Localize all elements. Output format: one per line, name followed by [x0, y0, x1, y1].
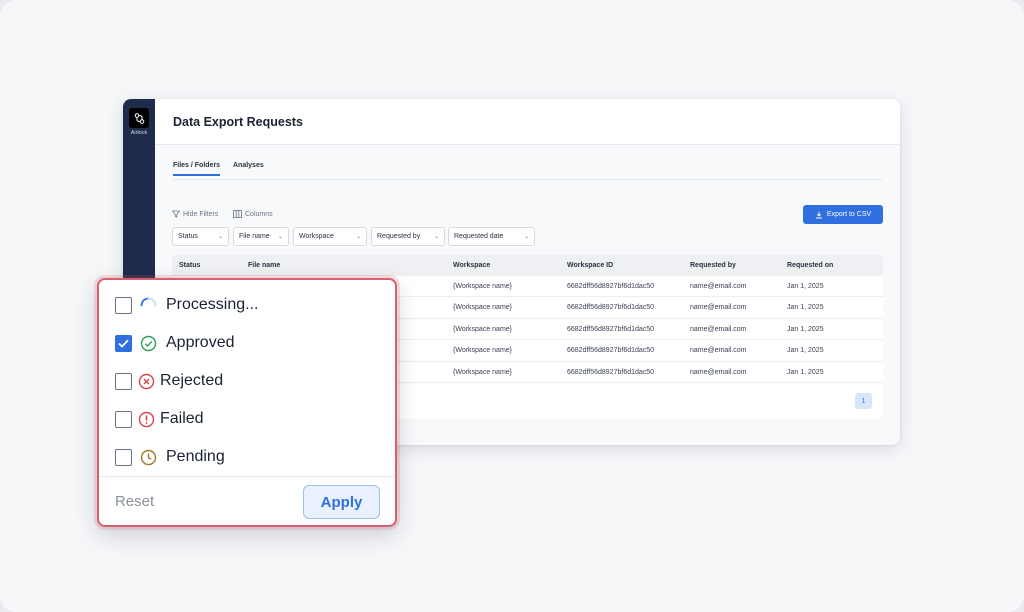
cell-workspace-id: 6682dff56d8927bf6d1dac50	[567, 325, 655, 333]
cell-workspace-id: 6682dff56d8927bf6d1dac50	[567, 283, 655, 290]
table-header: Status File name Workspace Workspace ID …	[172, 255, 883, 276]
column-header[interactable]: Requested on	[787, 262, 833, 269]
reset-button[interactable]: Reset	[115, 493, 154, 510]
page-title: Data Export Requests	[173, 115, 303, 129]
airlock-logo[interactable]	[129, 108, 149, 128]
cell-requested-on: Jan 1, 2025	[787, 368, 824, 376]
filter-label: File name	[239, 233, 270, 240]
filter-icon	[172, 210, 180, 218]
apply-button[interactable]: Apply	[303, 485, 380, 519]
cell-workspace: {Workspace name}	[453, 304, 513, 312]
cell-requested-by: name@email.com	[690, 347, 747, 355]
column-header[interactable]: File name	[248, 262, 280, 269]
filter-requested-date[interactable]: Requested date ⌄	[448, 227, 535, 246]
chevron-down-icon: ⌄	[523, 234, 529, 240]
filter-label: Status	[178, 233, 198, 240]
checkbox[interactable]	[115, 296, 132, 314]
check-circle-icon	[140, 335, 157, 352]
cell-requested-by: name@email.com	[690, 304, 747, 312]
column-header[interactable]: Workspace ID	[567, 262, 613, 269]
chevron-down-icon: ⌄	[217, 234, 223, 240]
clock-icon	[140, 449, 157, 466]
status-option-label: Approved	[166, 334, 235, 351]
columns-button[interactable]: Columns	[233, 210, 273, 218]
cell-workspace: {Workspace name}	[453, 347, 513, 355]
checkmark-icon	[118, 339, 129, 348]
export-csv-button[interactable]: Export to CSV	[803, 205, 883, 224]
export-csv-label: Export to CSV	[826, 211, 872, 218]
filter-label: Requested by	[377, 233, 421, 240]
brand-name: Airlock	[130, 130, 148, 136]
status-filter-popover: Processing... Approved Rejected Failed P…	[97, 278, 397, 527]
status-option-approved[interactable]: Approved	[115, 331, 235, 355]
status-option-pending[interactable]: Pending	[115, 445, 225, 469]
chevron-down-icon: ⌄	[433, 234, 439, 240]
status-option-label: Pending	[166, 448, 225, 465]
popover-footer: Reset Apply	[99, 476, 395, 527]
cell-workspace: {Workspace name}	[453, 325, 513, 333]
cell-requested-on: Jan 1, 2025	[787, 283, 824, 290]
download-icon	[815, 211, 822, 218]
status-option-rejected[interactable]: Rejected	[115, 369, 223, 393]
filter-status[interactable]: Status ⌄	[172, 227, 229, 246]
status-option-label: Processing...	[166, 296, 259, 313]
cell-requested-on: Jan 1, 2025	[787, 304, 824, 312]
cell-requested-by: name@email.com	[690, 325, 747, 333]
chevron-down-icon: ⌄	[277, 234, 283, 240]
cell-workspace: {Workspace name}	[453, 283, 513, 290]
filter-label: Requested date	[454, 233, 504, 240]
cell-workspace-id: 6682dff56d8927bf6d1dac50	[567, 347, 655, 355]
cell-requested-by: name@email.com	[690, 283, 747, 290]
checkbox[interactable]	[115, 410, 132, 428]
alert-circle-icon	[138, 411, 155, 428]
filter-workspace[interactable]: Workspace ⌄	[293, 227, 367, 246]
column-header[interactable]: Requested by	[690, 262, 736, 269]
columns-label: Columns	[245, 210, 273, 218]
filter-requested-by[interactable]: Requested by ⌄	[371, 227, 445, 246]
status-option-failed[interactable]: Failed	[115, 407, 204, 431]
cell-requested-on: Jan 1, 2025	[787, 325, 824, 333]
tab-bar: Files / Folders Analyses	[173, 162, 882, 180]
airlock-logo-icon	[134, 112, 144, 124]
columns-icon	[233, 210, 242, 218]
column-header[interactable]: Status	[179, 262, 200, 269]
x-circle-icon	[138, 373, 155, 390]
tab-analyses[interactable]: Analyses	[233, 162, 264, 174]
cell-workspace: {Workspace name}	[453, 368, 513, 376]
column-header[interactable]: Workspace	[453, 262, 490, 269]
hide-filters-label: Hide Filters	[183, 210, 219, 218]
spinner-icon	[140, 297, 157, 314]
page-header: Data Export Requests	[155, 99, 900, 145]
checkbox[interactable]	[115, 372, 132, 390]
tab-files-folders[interactable]: Files / Folders	[173, 162, 221, 176]
cell-workspace-id: 6682dff56d8927bf6d1dac50	[567, 304, 655, 312]
status-option-label: Failed	[160, 410, 204, 427]
status-option-label: Rejected	[160, 372, 224, 389]
cell-workspace-id: 6682dff56d8927bf6d1dac50	[567, 368, 655, 376]
filter-label: Workspace	[299, 233, 334, 240]
status-option-processing[interactable]: Processing...	[115, 293, 258, 317]
filter-file-name[interactable]: File name ⌄	[233, 227, 289, 246]
cell-requested-on: Jan 1, 2025	[787, 347, 824, 355]
hide-filters-button[interactable]: Hide Filters	[172, 210, 218, 218]
pagination-page-1[interactable]: 1	[855, 393, 872, 409]
checkbox[interactable]	[115, 448, 132, 466]
checkbox-checked[interactable]	[115, 334, 132, 352]
chevron-down-icon: ⌄	[355, 234, 361, 240]
cell-requested-by: name@email.com	[690, 368, 747, 376]
